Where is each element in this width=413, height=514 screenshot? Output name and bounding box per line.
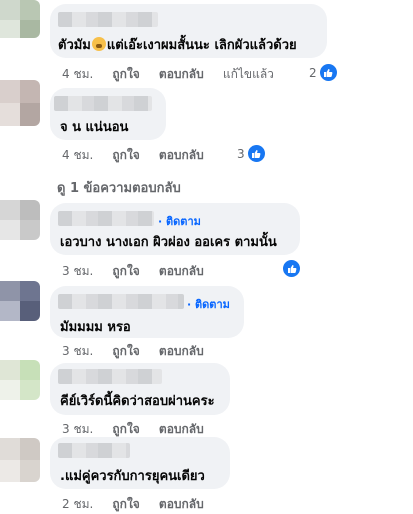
comment-text: จ น แน่นอน <box>60 120 129 135</box>
reaction-count[interactable]: 3 <box>237 144 266 163</box>
comment-bubble: คีย์เวิร์ดนี้คิดว่าสอบผ่านคระ <box>50 363 230 415</box>
follow-link[interactable]: · ติดตาม <box>187 295 230 313</box>
reply-link[interactable]: ตอบกลับ <box>159 344 204 358</box>
comment-text: .แม่คู่ควรกับการยุคนเดียว <box>60 469 205 484</box>
reply-link[interactable]: ตอบกลับ <box>159 67 204 81</box>
avatar[interactable] <box>0 200 40 240</box>
reply-link[interactable]: ตอบกลับ <box>159 422 204 436</box>
blurred-username[interactable] <box>58 211 154 226</box>
comment-text: เอวบาง นางเอก ผิวผ่อง ออเคร ตามนั้น <box>60 235 277 250</box>
timestamp[interactable]: 3 ชม. <box>62 264 93 278</box>
edited-label: แก้ไขแล้ว <box>222 67 274 81</box>
blurred-username[interactable] <box>58 12 158 27</box>
comment-meta: 4 ชม. ถูกใจ ตอบกลับ <box>62 146 204 165</box>
like-link[interactable]: ถูกใจ <box>112 344 139 358</box>
like-thumb-icon <box>318 63 338 82</box>
avatar[interactable] <box>0 0 40 38</box>
like-link[interactable]: ถูกใจ <box>112 67 139 81</box>
comment-text: ตัวมัม แต่เอ๊ะเงาผมสั้นนะ เลิกผัวแล้วด้วย <box>58 37 297 53</box>
timestamp[interactable]: 3 ชม. <box>62 344 93 358</box>
avatar[interactable] <box>0 80 40 126</box>
follow-link[interactable]: · ติดตาม <box>158 212 201 230</box>
blurred-username[interactable] <box>54 96 152 111</box>
timestamp[interactable]: 4 ชม. <box>62 67 93 81</box>
comment-text: มัมมมม หรอ <box>60 320 131 335</box>
comment-meta: 2 ชม. ถูกใจ ตอบกลับ <box>62 495 204 514</box>
like-link[interactable]: ถูกใจ <box>112 422 139 436</box>
comment-bubble: .แม่คู่ควรกับการยุคนเดียว <box>50 437 230 489</box>
blurred-username[interactable] <box>58 294 184 309</box>
comment-text: คีย์เวิร์ดนี้คิดว่าสอบผ่านคระ <box>60 394 215 409</box>
reaction-badge[interactable] <box>280 259 301 278</box>
timestamp[interactable]: 2 ชม. <box>62 497 93 511</box>
like-link[interactable]: ถูกใจ <box>112 148 139 162</box>
comment-meta: 3 ชม. ถูกใจ ตอบกลับ <box>62 262 204 281</box>
like-link[interactable]: ถูกใจ <box>112 497 139 511</box>
comment-bubble: จ น แน่นอน <box>50 88 166 140</box>
like-link[interactable]: ถูกใจ <box>112 264 139 278</box>
blurred-username[interactable] <box>58 369 162 384</box>
comment-bubble: · ติดตาม เอวบาง นางเอก ผิวผ่อง ออเคร ตาม… <box>50 203 300 255</box>
grimacing-face-emoji-icon <box>91 37 106 51</box>
comment-bubble: · ติดตาม มัมมมม หรอ <box>50 286 244 338</box>
timestamp[interactable]: 4 ชม. <box>62 148 93 162</box>
comment-meta: 3 ชม. ถูกใจ ตอบกลับ <box>62 342 204 361</box>
comment-bubble: ตัวมัม แต่เอ๊ะเงาผมสั้นนะ เลิกผัวแล้วด้วย <box>50 4 327 58</box>
avatar[interactable] <box>0 281 40 321</box>
reply-link[interactable]: ตอบกลับ <box>159 264 204 278</box>
view-replies-link[interactable]: ดู 1 ข้อความตอบกลับ <box>57 177 181 198</box>
comment-meta: 4 ชม. ถูกใจ ตอบกลับ แก้ไขแล้ว <box>62 65 274 84</box>
like-thumb-icon <box>246 144 266 163</box>
like-thumb-icon <box>282 259 301 278</box>
timestamp[interactable]: 3 ชม. <box>62 422 93 436</box>
reaction-count[interactable]: 2 <box>309 63 338 82</box>
reply-link[interactable]: ตอบกลับ <box>159 497 204 511</box>
avatar[interactable] <box>0 438 40 482</box>
blurred-username[interactable] <box>58 443 130 458</box>
avatar[interactable] <box>0 360 40 400</box>
reply-link[interactable]: ตอบกลับ <box>159 148 204 162</box>
